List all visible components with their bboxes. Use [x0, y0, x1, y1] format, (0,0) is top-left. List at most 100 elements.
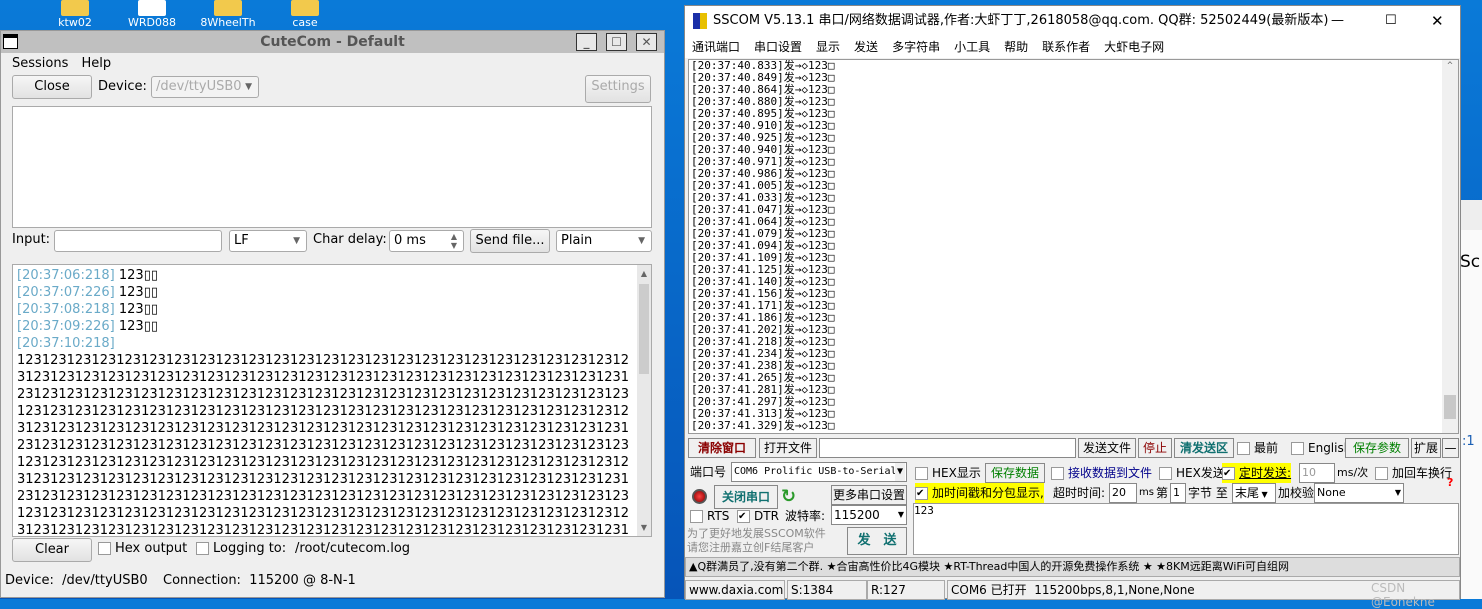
status-site[interactable]: www.daxia.com	[685, 580, 785, 600]
port-select[interactable]: COM6 Prolific USB-to-Serial ▼	[731, 462, 907, 482]
menu-help[interactable]: Help	[82, 56, 112, 71]
dtr-checkbox[interactable]: ✔ DTR	[737, 506, 779, 526]
log-timestamp: [20:37:10:218]	[17, 336, 115, 351]
checksum-select[interactable]: None ▼	[1314, 483, 1404, 503]
clear-button[interactable]: Clear	[12, 538, 92, 562]
minimize-button[interactable]: —	[1331, 6, 1344, 36]
save-data-button[interactable]: 保存数据	[985, 463, 1045, 483]
char-delay-spinbox[interactable]: 0 ms ▲ ▼	[389, 230, 464, 252]
menu-item[interactable]: 帮助	[1004, 40, 1028, 54]
hex-output-checkbox[interactable]: Hex output	[98, 538, 187, 560]
byte-to-label: 字节 至	[1188, 486, 1228, 500]
minimize-button[interactable]: _	[576, 33, 597, 51]
close-window-button[interactable]: ✕	[1431, 6, 1444, 36]
spin-arrows-icon[interactable]: ▲ ▼	[451, 232, 457, 250]
baud-select[interactable]: 115200 ▼	[831, 505, 907, 525]
menu-item[interactable]: 通讯端口	[692, 40, 740, 54]
menu-item[interactable]: 显示	[816, 40, 840, 54]
clear-window-button[interactable]: 清除窗口	[688, 438, 756, 458]
desktop-icon[interactable]: 8WheelTh	[198, 0, 258, 29]
file-path-field[interactable]	[819, 438, 1076, 458]
menu-item[interactable]: 大虾电子网	[1104, 40, 1164, 54]
checkbox-icon	[915, 467, 928, 480]
cutecom-title-bar[interactable]: CuteCom - Default _ ☐ ✕	[1, 31, 664, 53]
send-button[interactable]: 发 送	[847, 527, 907, 555]
sscom-title-bar[interactable]: SSCOM V5.13.1 串口/网络数据调试器,作者:大虾丁丁,2618058…	[685, 6, 1460, 36]
send-file-button[interactable]: 发送文件	[1078, 438, 1136, 458]
input-field[interactable]	[54, 230, 222, 252]
desktop-icon[interactable]: ktw02	[45, 0, 105, 29]
timeout-field[interactable]: 20	[1109, 483, 1137, 503]
menu-item[interactable]: 多字符串	[892, 40, 940, 54]
stop-button[interactable]: 停止	[1138, 438, 1172, 458]
desktop-icon[interactable]: WRD088	[122, 0, 182, 29]
english-checkbox[interactable]: English	[1291, 438, 1351, 458]
folder-icon	[291, 0, 319, 16]
send-file-button[interactable]: Send file...	[470, 229, 550, 253]
logging-checkbox[interactable]: Logging to:	[196, 538, 286, 560]
close-port-button[interactable]: Close	[12, 75, 92, 99]
send-text-area[interactable]: 123	[913, 503, 1459, 555]
interval-field[interactable]: 10	[1299, 463, 1335, 483]
output-area[interactable]	[12, 106, 652, 228]
log-timestamp: [20:37:07:226]	[17, 285, 115, 300]
byte-from-field[interactable]: 1	[1170, 483, 1186, 503]
hex-send-checkbox[interactable]: HEX发送	[1159, 463, 1225, 483]
chevron-down-icon: ▼	[1259, 490, 1268, 499]
device-select[interactable]: /dev/ttyUSB0 ▼	[151, 76, 259, 98]
close-window-button[interactable]: ✕	[636, 33, 657, 51]
log-text: 123▯▯	[118, 285, 158, 300]
rts-checkbox[interactable]: RTS	[690, 506, 729, 526]
collapse-button[interactable]: —	[1442, 438, 1459, 458]
log-line: [20:37:08:218] 123▯▯	[17, 301, 635, 318]
settings-button[interactable]: Settings	[585, 75, 651, 103]
port-label: 端口号	[690, 465, 727, 479]
receive-log[interactable]: [20:37:40.833]发→◇123□ [20:37:40.849]发→◇12…	[688, 59, 1459, 434]
chevron-down-icon: ▼	[245, 82, 252, 92]
log-scrollbar[interactable]: ^	[1442, 60, 1458, 433]
received-log[interactable]: [20:37:06:218] 123▯▯ [20:37:07:226] 123▯▯…	[12, 264, 652, 537]
checkbox-icon	[98, 542, 111, 555]
log-scrollbar[interactable]: ▲ ▼	[637, 265, 651, 536]
marquee-bar: ▲Q群满员了,没有第二个群. ★合宙高性价比4G模块 ★RT-Thread中国人…	[685, 557, 1460, 577]
topmost-checkbox[interactable]: 最前	[1237, 438, 1278, 458]
open-file-button[interactable]: 打开文件	[759, 438, 817, 458]
scroll-thumb[interactable]	[1444, 395, 1456, 419]
maximize-button[interactable]: ☐	[1385, 6, 1397, 36]
help-icon[interactable]: ?	[1447, 476, 1453, 489]
char-delay-label: Char delay:	[313, 232, 387, 247]
checkbox-icon	[690, 510, 703, 523]
chevron-down-icon: ▼	[1394, 488, 1401, 497]
desktop-icon[interactable]: case	[275, 0, 335, 29]
status-sent-count: S:1384	[787, 580, 867, 600]
byte-to-select[interactable]: 末尾 ▼	[1232, 483, 1276, 503]
checkbox-icon	[1237, 442, 1250, 455]
line-end-select[interactable]: LF ▼	[229, 230, 307, 252]
timeout-unit: ms	[1139, 487, 1154, 498]
more-settings-button[interactable]: 更多串口设置	[831, 485, 907, 505]
window-menu-icon[interactable]	[3, 34, 18, 49]
menu-item[interactable]: 串口设置	[754, 40, 802, 54]
status-recv-count: R:127	[867, 580, 945, 600]
menu-item[interactable]: 发送	[854, 40, 878, 54]
menu-item[interactable]: 联系作者	[1042, 40, 1090, 54]
log-timestamp: [20:37:08:218]	[17, 302, 115, 317]
background-app-text: Sc	[1460, 252, 1481, 272]
chevron-down-icon: ▼	[894, 463, 905, 481]
menu-sessions[interactable]: Sessions	[12, 56, 68, 71]
format-select[interactable]: Plain ▼	[556, 230, 652, 252]
save-params-button[interactable]: 保存参数	[1345, 438, 1409, 458]
background-app-window[interactable]: Sc	[1460, 200, 1482, 599]
refresh-icon[interactable]: ↻	[781, 486, 796, 507]
add-crlf-checkbox[interactable]: 加回车换行	[1375, 463, 1452, 483]
timed-send-checkbox[interactable]: ✔ 定时发送:	[1222, 463, 1292, 483]
recv-to-file-checkbox[interactable]: 接收数据到文件	[1051, 463, 1152, 483]
expand-button[interactable]: 扩展	[1411, 438, 1441, 458]
timestamp-checkbox[interactable]: ✔ 加时间戳和分包显示,	[915, 483, 1044, 503]
menu-item[interactable]: 小工具	[954, 40, 990, 54]
clear-send-button[interactable]: 清发送区	[1174, 438, 1234, 458]
hex-display-checkbox[interactable]: HEX显示	[915, 463, 981, 483]
maximize-button[interactable]: ☐	[606, 33, 627, 51]
checkbox-icon	[1291, 442, 1304, 455]
window-title: CuteCom - Default	[260, 34, 405, 50]
